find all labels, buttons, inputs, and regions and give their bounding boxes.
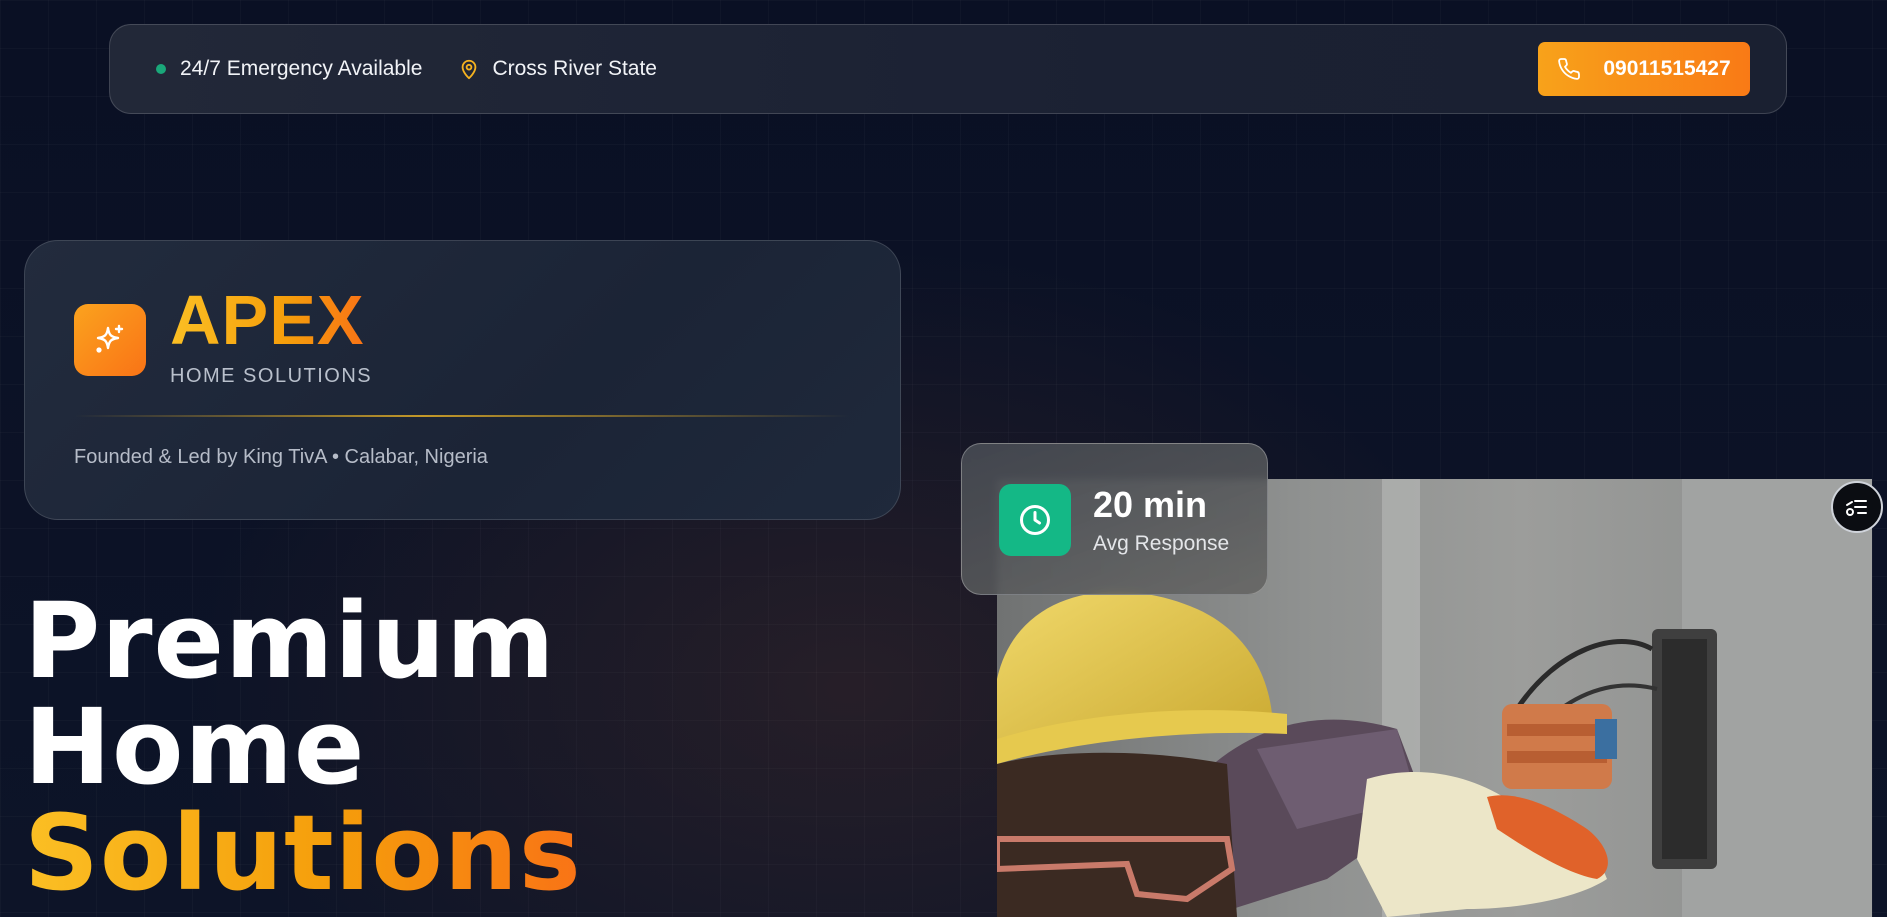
location-pin-icon <box>458 57 480 81</box>
menu-list-icon <box>1844 494 1870 520</box>
location-text: Cross River State <box>492 57 657 80</box>
page: 24/7 Emergency Available Cross River Sta… <box>0 0 1887 917</box>
headline-line-3: Solutions <box>24 792 582 914</box>
brand-name: APEX <box>170 281 365 359</box>
call-button[interactable]: 09011515427 <box>1538 42 1750 96</box>
top-info-bar: 24/7 Emergency Available Cross River Sta… <box>109 24 1787 114</box>
response-label: Avg Response <box>1093 532 1230 555</box>
emergency-text: 24/7 Emergency Available <box>180 57 423 80</box>
brand-subtitle: HOME SOLUTIONS <box>170 365 373 387</box>
clock-icon <box>999 484 1071 556</box>
phone-icon <box>1557 57 1581 81</box>
response-value: 20 min <box>1093 484 1208 525</box>
response-time-card: 20 min Avg Response <box>961 443 1268 595</box>
brand-divider <box>74 415 850 417</box>
brand-card: APEX HOME SOLUTIONS Founded & Led by Kin… <box>24 240 901 520</box>
hero-headline: Premium Home Solutions <box>24 588 582 906</box>
founded-text: Founded & Led by King TivA • Calabar, Ni… <box>74 446 488 468</box>
status-dot <box>156 64 166 74</box>
sparkle-icon <box>74 304 146 376</box>
headline-line-2: Home <box>24 686 366 808</box>
floating-menu-button[interactable] <box>1831 481 1883 533</box>
phone-number: 09011515427 <box>1603 57 1731 80</box>
headline-line-1: Premium <box>24 580 556 702</box>
